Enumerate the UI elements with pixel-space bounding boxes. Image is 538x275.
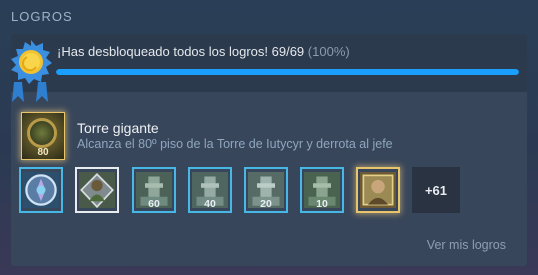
progress-bar bbox=[56, 69, 519, 75]
tower-floor-icon[interactable]: 40 bbox=[188, 167, 232, 213]
featured-achievement-description: Alcanza el 80º piso de la Torre de Iutyc… bbox=[77, 137, 393, 151]
portrait-icon[interactable] bbox=[356, 167, 400, 213]
unlock-percent: (100%) bbox=[307, 44, 350, 59]
summary-text: ¡Has desbloqueado todos los logros! 69/6… bbox=[57, 44, 350, 59]
achievements-summary: ¡Has desbloqueado todos los logros! 69/6… bbox=[11, 34, 527, 102]
tower-achievement-icon[interactable]: 80 bbox=[21, 112, 65, 160]
progress-fill bbox=[56, 69, 519, 75]
tile-number: 10 bbox=[316, 198, 328, 210]
view-my-achievements-link[interactable]: Ver mis logros bbox=[427, 238, 506, 252]
section-title: LOGROS bbox=[11, 9, 73, 24]
unlock-message: ¡Has desbloqueado todos los logros! 69/6… bbox=[57, 44, 305, 59]
tile-number: 40 bbox=[204, 198, 216, 210]
crystal-shield-icon[interactable] bbox=[19, 167, 63, 213]
tower-floor-icon[interactable]: 20 bbox=[244, 167, 288, 213]
tower-emblem bbox=[27, 118, 57, 148]
tile-number: 20 bbox=[260, 198, 272, 210]
tower-floor-icon[interactable]: 60 bbox=[132, 167, 176, 213]
blue-rosette-medal-icon bbox=[11, 40, 52, 102]
featured-icon-number: 80 bbox=[37, 147, 49, 158]
featured-achievement-name: Torre gigante bbox=[77, 120, 159, 136]
tower-floor-icon[interactable]: 10 bbox=[300, 167, 344, 213]
tile-number: 60 bbox=[148, 198, 160, 210]
cloaked-warrior-icon[interactable] bbox=[75, 167, 119, 213]
achievements-panel: ¡Has desbloqueado todos los logros! 69/6… bbox=[11, 34, 527, 266]
more-achievements-button[interactable]: +61 bbox=[412, 167, 460, 213]
